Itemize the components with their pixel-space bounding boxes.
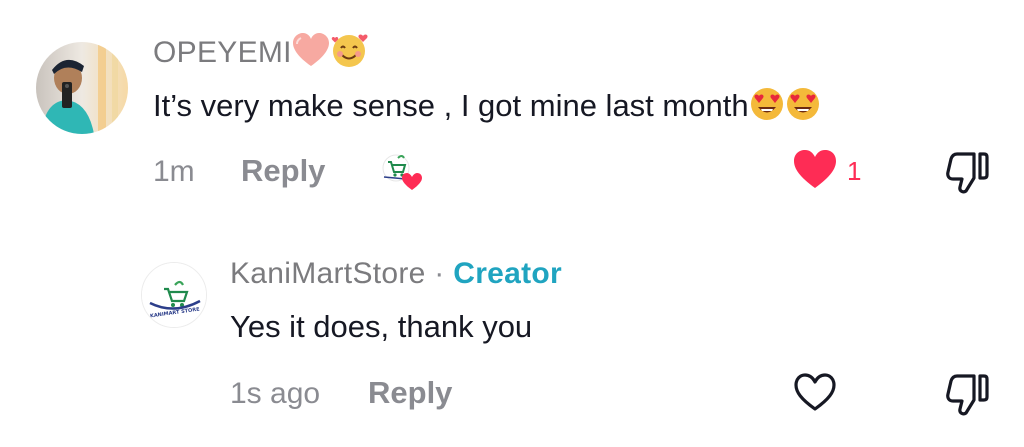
comment-text: It’s very make sense , I got mine last m… xyxy=(153,86,821,130)
heart-emoji xyxy=(292,33,330,75)
separator-dot: · xyxy=(434,257,445,290)
heart-eyes-emoji xyxy=(749,86,785,130)
comment-timestamp: 1m xyxy=(153,155,195,188)
creator-badge: Creator xyxy=(453,257,563,290)
comment-body: Yes it does, thank you xyxy=(230,309,533,344)
like-count: 1 xyxy=(847,156,862,186)
heart-eyes-emoji xyxy=(785,86,821,130)
smiling-face-with-hearts-emoji xyxy=(330,32,370,76)
creator-avatar[interactable]: KANIMART STORE xyxy=(141,262,207,328)
heart-filled-icon[interactable] xyxy=(792,149,838,194)
user-avatar[interactable] xyxy=(36,42,128,134)
username-text[interactable]: KaniMartStore xyxy=(230,257,426,290)
username-text[interactable]: OPEYEMI xyxy=(153,36,292,69)
comment-timestamp: 1s ago xyxy=(230,377,321,410)
creator-liked-icon xyxy=(376,150,426,197)
thumbs-down-icon[interactable] xyxy=(945,150,991,199)
heart-outline-icon[interactable] xyxy=(792,372,838,417)
comment-text: Yes it does, thank you xyxy=(230,309,532,345)
reply-button[interactable]: Reply xyxy=(241,153,325,189)
reply-button[interactable]: Reply xyxy=(368,375,452,411)
comment-username[interactable]: OPEYEMI xyxy=(153,32,370,76)
comment-username[interactable]: KaniMartStore · Creator xyxy=(230,257,562,291)
thumbs-down-icon[interactable] xyxy=(945,372,991,421)
comment-body: It’s very make sense , I got mine last m… xyxy=(153,88,749,124)
